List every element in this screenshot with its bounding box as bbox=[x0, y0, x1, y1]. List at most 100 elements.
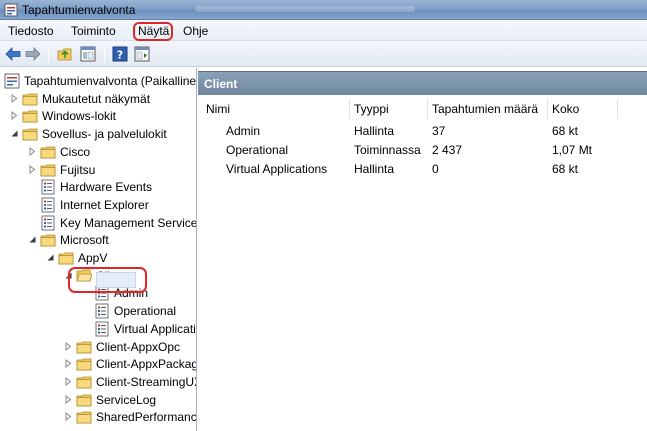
tree-node-label: Key Management Service bbox=[60, 215, 197, 230]
show-hide-action-pane-icon[interactable] bbox=[133, 45, 151, 63]
tree-node-label: Fujitsu bbox=[60, 162, 96, 177]
menu-tiedosto[interactable]: Tiedosto bbox=[8, 23, 54, 39]
tree-node-label: Internet Explorer bbox=[60, 197, 149, 212]
folder-icon bbox=[76, 374, 92, 390]
log-icon bbox=[94, 321, 110, 337]
tree-node-label: Microsoft bbox=[60, 233, 109, 248]
event-viewer-app-icon bbox=[4, 3, 18, 17]
table-cell: 68 kt bbox=[552, 162, 579, 176]
tree-node-label: Windows-lokit bbox=[42, 109, 117, 124]
tree-node-cisco[interactable]: Cisco bbox=[0, 143, 196, 161]
forward-arrow-icon[interactable] bbox=[24, 45, 42, 63]
results-title: Client bbox=[204, 77, 238, 91]
help-icon[interactable]: ? bbox=[111, 45, 129, 63]
tree-node-label: Mukautetut näkymät bbox=[42, 91, 151, 106]
collapsed-arrow-icon[interactable] bbox=[64, 394, 73, 404]
tree-node-label: Sovellus- ja palvelulokit bbox=[42, 127, 167, 142]
table-row[interactable]: Admin Hallinta 37 68 kt bbox=[202, 122, 647, 141]
collapsed-arrow-icon[interactable] bbox=[28, 164, 37, 174]
tree-node-appv[interactable]: AppV bbox=[0, 249, 196, 267]
window-title: Tapahtumienvalvonta bbox=[22, 3, 136, 17]
table-cell: 68 kt bbox=[552, 124, 579, 138]
tree-node-label: Cisco bbox=[60, 144, 91, 159]
collapsed-arrow-icon[interactable] bbox=[10, 93, 19, 103]
tree-node-servicelog[interactable]: ServiceLog bbox=[0, 391, 196, 409]
log-icon bbox=[40, 215, 56, 231]
svg-text:?: ? bbox=[117, 49, 123, 62]
table-cell: Operational bbox=[226, 143, 289, 157]
expanded-arrow-icon[interactable] bbox=[28, 235, 37, 244]
up-folder-icon[interactable] bbox=[56, 45, 74, 63]
folder-icon bbox=[22, 108, 38, 124]
tree-node-microsoft[interactable]: Microsoft bbox=[0, 231, 196, 249]
console-tree[interactable]: Tapahtumienvalvonta (Paikallinen) Mukaute… bbox=[0, 68, 197, 431]
tree-node-key-management-service[interactable]: Key Management Service bbox=[0, 214, 197, 232]
folder-icon bbox=[58, 250, 74, 266]
table-header: Nimi Tyyppi Tapahtumien määrä Koko bbox=[202, 99, 647, 119]
table-cell: Toiminnassa bbox=[354, 143, 421, 157]
column-header-tyyppi[interactable]: Tyyppi bbox=[350, 99, 428, 119]
table-row[interactable]: Operational Toiminnassa 2 437 1,07 Mt bbox=[202, 141, 647, 160]
results-header: Client bbox=[198, 71, 647, 95]
results-pane: Client Nimi Tyyppi Tapahtumien määrä Kok… bbox=[198, 68, 647, 431]
column-header-nimi[interactable]: Nimi bbox=[202, 99, 350, 119]
tree-node-sovellus-ja-palvelulokit[interactable]: Sovellus- ja palvelulokit bbox=[0, 125, 196, 143]
folder-icon bbox=[76, 356, 92, 372]
expanded-arrow-icon[interactable] bbox=[10, 129, 19, 138]
tree-node-label: AppV bbox=[78, 251, 108, 265]
back-arrow-icon[interactable] bbox=[4, 45, 22, 63]
tree-node-internet-explorer[interactable]: Internet Explorer bbox=[0, 196, 196, 214]
table-cell: Hallinta bbox=[354, 162, 395, 176]
tree-node-tapahtumienvalvonta-paikallinen[interactable]: Tapahtumienvalvonta (Paikallinen) bbox=[0, 72, 197, 90]
folder-icon bbox=[76, 339, 92, 355]
tree-node-client-appxpackaging[interactable]: Client-AppxPackaging bbox=[0, 355, 197, 373]
tree-node-virtual-applications[interactable]: Virtual Applications bbox=[0, 320, 196, 338]
table-cell: 37 bbox=[432, 124, 446, 138]
collapsed-arrow-icon[interactable] bbox=[10, 111, 19, 121]
column-header-tapahtumien-maara[interactable]: Tapahtumien määrä bbox=[428, 99, 548, 119]
toolbar-separator bbox=[104, 46, 105, 62]
log-icon bbox=[94, 303, 110, 319]
folder-icon bbox=[22, 91, 38, 107]
tree-node-label: Client-AppxPackaging bbox=[96, 357, 197, 372]
folder-icon bbox=[76, 392, 92, 408]
folder-icon bbox=[40, 162, 56, 178]
tree-node-client-streamingux[interactable]: Client-StreamingUX bbox=[0, 373, 196, 391]
tree-node-fujitsu[interactable]: Fujitsu bbox=[0, 161, 196, 179]
menu-ohje[interactable]: Ohje bbox=[183, 23, 208, 39]
expanded-arrow-icon[interactable] bbox=[46, 253, 55, 262]
tree-node-label: Tapahtumienvalvonta (Paikallinen) bbox=[24, 74, 197, 88]
title-blurred-region bbox=[195, 6, 415, 12]
event-viewer-icon bbox=[4, 73, 20, 89]
collapsed-arrow-icon[interactable] bbox=[28, 146, 37, 156]
collapsed-arrow-icon[interactable] bbox=[64, 359, 73, 369]
tree-node-hardware-events[interactable]: Hardware Events bbox=[0, 178, 196, 196]
title-bar[interactable]: Tapahtumienvalvonta bbox=[0, 0, 647, 20]
table-cell: 0 bbox=[432, 162, 439, 176]
tree-node-label: SharedPerformance bbox=[96, 410, 197, 425]
show-hide-tree-icon[interactable] bbox=[79, 45, 97, 63]
table-cell: 1,07 Mt bbox=[552, 143, 593, 157]
tree-node-label: Hardware Events bbox=[60, 180, 153, 195]
column-header-koko[interactable]: Koko bbox=[548, 99, 618, 119]
collapsed-arrow-icon[interactable] bbox=[64, 341, 73, 351]
nayta-highlight-annotation bbox=[133, 22, 173, 41]
folder-icon bbox=[40, 232, 56, 248]
table-cell: Admin bbox=[226, 124, 261, 138]
collapsed-arrow-icon[interactable] bbox=[64, 412, 73, 422]
tree-node-windows-lokit[interactable]: Windows-lokit bbox=[0, 107, 196, 125]
tree-node-operational[interactable]: Operational bbox=[0, 302, 196, 320]
collapsed-arrow-icon[interactable] bbox=[64, 376, 73, 386]
tree-node-mukautetut-n-kym-t[interactable]: Mukautetut näkymät bbox=[0, 90, 196, 108]
tree-node-label: Client-AppxOpc bbox=[96, 339, 181, 354]
table-row[interactable]: Virtual Applications Hallinta 0 68 kt bbox=[202, 160, 647, 179]
menu-toiminto[interactable]: Toiminto bbox=[71, 23, 116, 39]
tree-node-sharedperformance[interactable]: SharedPerformance bbox=[0, 408, 197, 426]
tree-node-label: Virtual Applications bbox=[114, 321, 196, 336]
log-icon bbox=[40, 179, 56, 195]
toolbar: ? bbox=[0, 41, 647, 67]
toolbar-separator bbox=[48, 46, 49, 62]
log-icon bbox=[40, 197, 56, 213]
tree-node-client-appxopc[interactable]: Client-AppxOpc bbox=[0, 338, 196, 356]
menu-bar: Tiedosto Toiminto Näytä Ohje bbox=[0, 20, 647, 41]
